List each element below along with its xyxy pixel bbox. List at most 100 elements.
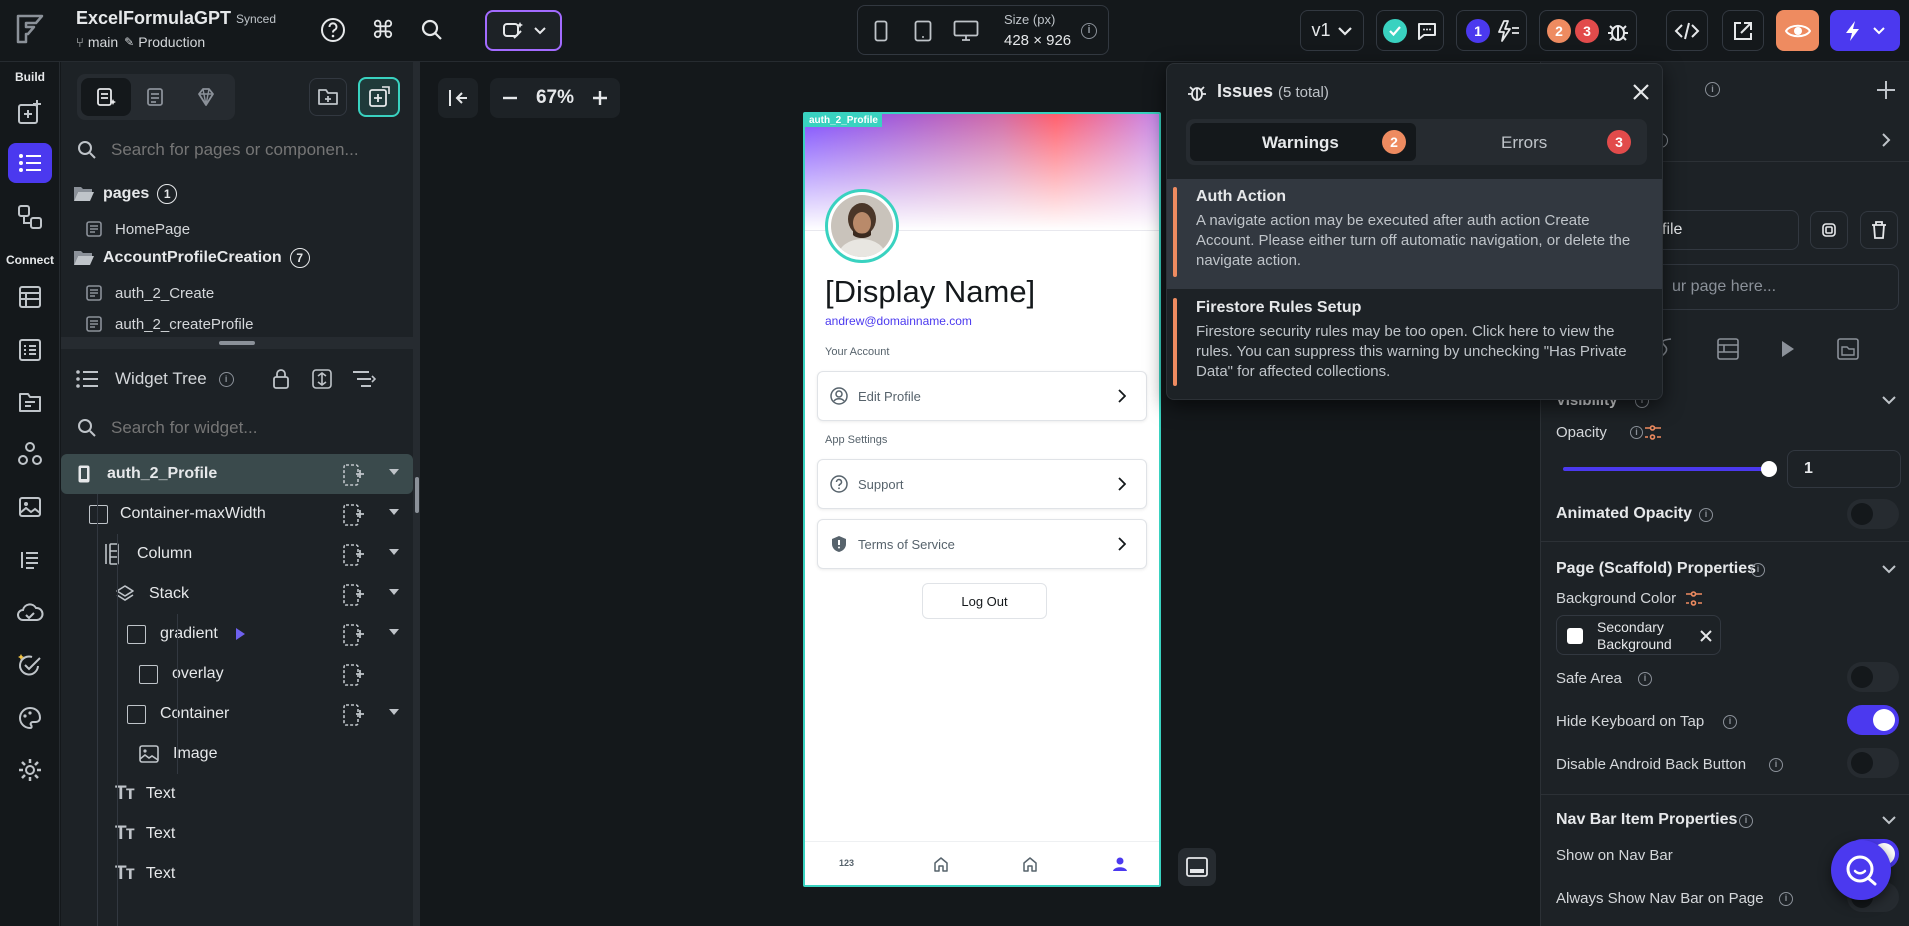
tree-options-icon[interactable] — [352, 370, 376, 388]
rail-widget-tree[interactable] — [8, 143, 52, 183]
tree-row-text[interactable]: Tт Text — [61, 774, 413, 814]
pages-scrollbar-thumb[interactable] — [219, 341, 255, 345]
opacity-input[interactable]: 1 — [1787, 450, 1901, 488]
tree-row-image[interactable]: Image — [61, 734, 413, 774]
support-chat-button[interactable] — [1831, 840, 1891, 900]
expand-collapse-icon[interactable] — [311, 369, 332, 389]
tree-row-container[interactable]: Container — [61, 694, 413, 734]
tree-row-gradient[interactable]: gradient — [61, 614, 413, 654]
add-child-icon[interactable] — [343, 464, 365, 486]
animated-opacity-toggle[interactable] — [1847, 499, 1899, 529]
page-search-input[interactable] — [111, 140, 401, 160]
profile-avatar[interactable] — [825, 189, 899, 263]
add-child-icon[interactable] — [343, 584, 365, 606]
size-info-icon[interactable]: i — [1081, 22, 1097, 40]
home-icon[interactable] — [1022, 856, 1038, 872]
new-page-button[interactable] — [358, 77, 400, 117]
tree-row-container-maxwidth[interactable]: Container-maxWidth — [61, 494, 413, 534]
tab-warnings[interactable]: Warnings 2 — [1190, 123, 1416, 161]
opacity-slider[interactable] — [1563, 461, 1777, 477]
comments-icon[interactable] — [1415, 19, 1439, 43]
rail-tests[interactable] — [8, 645, 52, 685]
row-menu-caret-icon[interactable] — [389, 629, 399, 635]
rail-custom-code[interactable] — [8, 540, 52, 580]
command-palette-button[interactable]: ⌘ — [368, 15, 398, 45]
row-menu-caret-icon[interactable] — [389, 509, 399, 515]
add-parameter-icon[interactable] — [1876, 80, 1896, 100]
chevron-down-icon[interactable] — [1881, 815, 1897, 825]
person-icon[interactable] — [1112, 856, 1128, 872]
play-caret-icon[interactable] — [235, 628, 245, 640]
widget-search-input[interactable] — [111, 418, 401, 438]
size-value[interactable]: 428 × 926 — [1004, 32, 1071, 49]
disable-back-toggle[interactable] — [1847, 748, 1899, 778]
agent-group[interactable]: 1 — [1456, 10, 1527, 51]
safe-area-info-icon[interactable]: i — [1638, 672, 1652, 686]
phone-preview-button[interactable] — [868, 18, 894, 44]
collapse-panel-button[interactable] — [438, 78, 478, 118]
rail-media-assets[interactable] — [8, 487, 52, 527]
preview-button[interactable] — [1776, 10, 1819, 51]
layout-icon[interactable] — [1717, 338, 1739, 360]
branch-info[interactable]: ⑂ main ✎ Production — [76, 34, 205, 50]
lock-icon[interactable] — [272, 369, 290, 389]
issues-group[interactable]: 2 3 — [1539, 10, 1637, 51]
delete-page-button[interactable] — [1860, 211, 1898, 249]
rail-storyboard[interactable] — [8, 197, 52, 237]
rail-settings[interactable] — [8, 750, 52, 790]
row-menu-caret-icon[interactable] — [389, 709, 399, 715]
desktop-preview-button[interactable] — [951, 18, 981, 44]
variable-icon[interactable] — [1685, 590, 1703, 608]
tree-row-auth-2-profile[interactable]: auth_2_Profile — [61, 454, 413, 494]
opacity-slider-thumb[interactable] — [1760, 461, 1777, 477]
library-tab[interactable] — [181, 78, 231, 116]
tree-row-stack[interactable]: Stack — [61, 574, 413, 614]
rail-firestore[interactable] — [8, 277, 52, 317]
page-item-auth-create[interactable]: auth_2_Create — [85, 278, 395, 308]
variable-icon[interactable] — [1644, 424, 1662, 442]
new-folder-button[interactable] — [309, 78, 347, 116]
background-color-picker[interactable]: Secondary Background — [1556, 615, 1721, 655]
opacity-info-icon[interactable]: i — [1630, 426, 1643, 439]
tree-row-overlay[interactable]: overlay — [61, 654, 413, 694]
terms-row[interactable]: Terms of Service — [817, 519, 1147, 569]
add-child-icon[interactable] — [343, 504, 365, 526]
support-row[interactable]: Support — [817, 459, 1147, 509]
chevron-down-icon[interactable] — [1881, 395, 1897, 405]
issue-item-auth-action[interactable]: Auth Action A navigate action may be exe… — [1167, 179, 1662, 289]
pages-tab[interactable] — [81, 78, 131, 116]
resizer-handle[interactable] — [415, 477, 419, 513]
run-button[interactable] — [1830, 10, 1900, 51]
flutterflow-logo-icon[interactable] — [14, 12, 46, 46]
row-menu-caret-icon[interactable] — [389, 549, 399, 555]
tree-row-column[interactable]: Column — [61, 534, 413, 574]
open-external-button[interactable] — [1722, 10, 1764, 51]
row-menu-caret-icon[interactable] — [389, 589, 399, 595]
animated-opacity-info-icon[interactable]: i — [1699, 508, 1713, 522]
hide-keyboard-toggle[interactable] — [1847, 705, 1899, 735]
logout-button[interactable]: Log Out — [922, 583, 1047, 619]
parameters-info-icon[interactable]: i — [1705, 82, 1720, 97]
widget-tree-info-icon[interactable]: i — [218, 371, 234, 387]
disable-back-info-icon[interactable]: i — [1769, 758, 1783, 772]
nav-item-numbers[interactable]: 123 — [839, 858, 854, 868]
components-tab[interactable] — [131, 78, 181, 116]
tablet-preview-button[interactable] — [910, 18, 936, 44]
code-view-button[interactable] — [1666, 10, 1708, 51]
row-menu-caret-icon[interactable] — [389, 469, 399, 475]
rail-data-types[interactable] — [8, 330, 52, 370]
rail-theme[interactable] — [8, 698, 52, 738]
add-child-icon[interactable] — [343, 544, 365, 566]
chevron-right-icon[interactable] — [1881, 132, 1891, 148]
navbar-info-icon[interactable]: i — [1739, 814, 1753, 828]
add-child-icon[interactable] — [343, 624, 365, 646]
check-status-icon[interactable] — [1383, 19, 1407, 43]
hide-keyboard-info-icon[interactable]: i — [1723, 715, 1737, 729]
close-icon[interactable] — [1632, 83, 1650, 101]
rail-add-widget[interactable] — [8, 92, 52, 132]
close-icon[interactable] — [1699, 629, 1713, 643]
search-button[interactable] — [417, 15, 447, 45]
help-button[interactable] — [318, 15, 348, 45]
scaffold-info-icon[interactable]: i — [1751, 563, 1765, 577]
safe-area-toggle[interactable] — [1847, 662, 1899, 692]
